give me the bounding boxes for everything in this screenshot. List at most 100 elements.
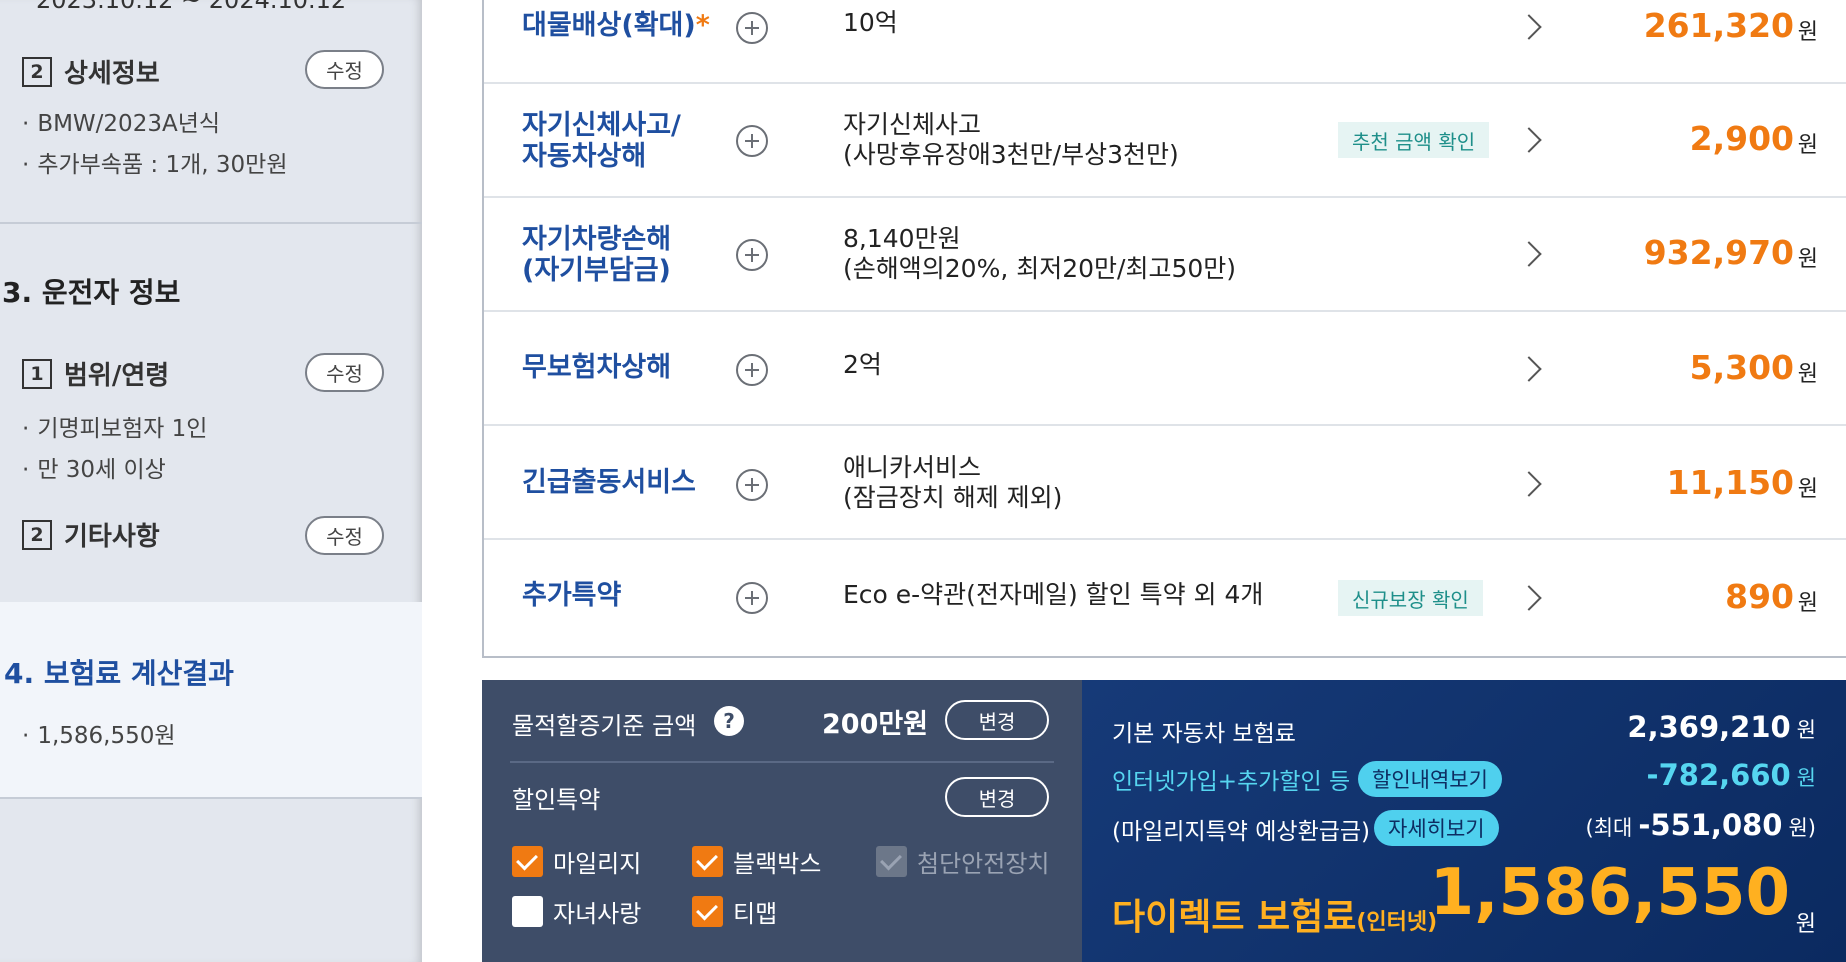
checkbox-unchecked-icon[interactable] — [512, 896, 543, 927]
result-section-title[interactable]: 4. 보험료 계산결과 — [4, 652, 234, 692]
step-number-box: 2 — [22, 519, 52, 550]
currency-unit: 원 — [1797, 362, 1818, 387]
checkbox-label: 첨단안전장치 — [917, 850, 1050, 878]
discount-label: 인터넷가입+추가할인 등 — [1112, 769, 1351, 795]
result-section-highlight — [0, 602, 422, 797]
coverage-row[interactable]: 긴급출동서비스 애니카서비스 (잠금장치 해제 제외) 11,150 원 — [484, 426, 1846, 540]
coverage-label: 추가특약 — [522, 580, 622, 611]
coverage-description: 2억 — [843, 350, 882, 379]
coverage-row[interactable]: 무보험차상해 2억 5,300 원 — [484, 312, 1846, 426]
driver-info-section-title[interactable]: 3. 운전자 정보 — [2, 271, 180, 311]
view-detail-button[interactable]: 자세히보기 — [1374, 810, 1499, 846]
detail-info-header: 2 상세정보 — [22, 53, 160, 90]
chevron-right-icon[interactable] — [1516, 241, 1542, 267]
edit-scope-button[interactable]: 수정 — [305, 353, 384, 392]
question-icon[interactable]: ? — [714, 706, 744, 736]
plus-circle-icon[interactable] — [736, 239, 768, 271]
refund-label: (마일리지특약 예상환급금) — [1112, 819, 1371, 845]
etc-header: 2 기타사항 — [22, 516, 160, 553]
base-premium-value: 2,369,210 원 — [1627, 710, 1816, 744]
checkbox-child-love[interactable]: 자녀사랑 — [512, 894, 641, 929]
currency-unit: 원 — [1797, 247, 1818, 272]
discount-options-label: 할인특약 — [512, 786, 601, 814]
new-coverage-tag[interactable]: 신규보장 확인 — [1338, 580, 1483, 616]
threshold-label: 물적할증기준 금액 — [512, 712, 697, 740]
sidebar: 2023.10.12 ~ 2024.10.12 2 상세정보 수정 BMW/20… — [0, 0, 422, 962]
chevron-right-icon[interactable] — [1516, 585, 1542, 611]
required-star: * — [695, 10, 710, 41]
detail-item-car: BMW/2023A년식 — [22, 104, 220, 138]
scope-item-age: 만 30세 이상 — [22, 450, 166, 484]
insurance-period: 2023.10.12 ~ 2024.10.12 — [36, 0, 347, 14]
step-number-box: 1 — [22, 358, 52, 389]
coverage-row[interactable]: 대물배상(확대)* 10억 261,320 원 — [484, 0, 1846, 84]
discount-value: -782,660 원 — [1646, 758, 1816, 792]
checkbox-disabled-icon — [876, 846, 907, 877]
currency-unit: 원 — [1797, 133, 1818, 158]
coverage-amount: 2,900 — [1689, 119, 1794, 158]
coverage-description: Eco e-약관(전자메일) 할인 특약 외 4개 — [843, 580, 1264, 609]
coverage-amount: 261,320 — [1643, 6, 1794, 45]
coverage-description: 8,140만원 (손해액의20%, 최저20만/최고50만) — [843, 224, 1237, 283]
chevron-right-icon[interactable] — [1516, 14, 1542, 40]
refund-value: (최대 -551,080 원) — [1585, 808, 1816, 842]
detail-info-title: 상세정보 — [64, 59, 160, 89]
coverage-row[interactable]: 자기차량손해 (자기부담금) 8,140만원 (손해액의20%, 최저20만/최… — [484, 198, 1846, 312]
direct-premium-value: 1,586,550 — [1429, 856, 1790, 930]
chevron-right-icon[interactable] — [1516, 127, 1542, 153]
chevron-right-icon[interactable] — [1516, 471, 1542, 497]
edit-detail-button[interactable]: 수정 — [305, 50, 384, 89]
scope-age-header: 1 범위/연령 — [22, 355, 169, 392]
checkbox-label: 마일리지 — [553, 850, 642, 878]
checkbox-checked-icon[interactable] — [692, 846, 723, 877]
currency-unit: 원 — [1797, 20, 1818, 45]
currency-unit: 원 — [1797, 591, 1818, 616]
recommend-amount-tag[interactable]: 추천 금액 확인 — [1338, 122, 1490, 158]
result-item-total: 1,586,550원 — [22, 716, 175, 750]
premium-summary-panel: 기본 자동차 보험료 2,369,210 원 인터넷가입+추가할인 등 할인내역보… — [1082, 680, 1846, 962]
coverage-table: 대물배상(확대)* 10억 261,320 원 자기신체사고/ 자동차상해 자기… — [482, 0, 1846, 658]
currency-unit: 원 — [1795, 912, 1816, 937]
coverage-amount: 932,970 — [1643, 233, 1794, 272]
plus-circle-icon[interactable] — [736, 469, 768, 501]
checkbox-label: 자녀사랑 — [553, 900, 642, 928]
checkbox-checked-icon[interactable] — [512, 846, 543, 877]
coverage-label: 자기차량손해 (자기부담금) — [522, 224, 672, 286]
coverage-description: 애니카서비스 (잠금장치 해제 제외) — [843, 453, 1063, 512]
panel-divider — [510, 761, 1054, 763]
checkbox-tmap[interactable]: 티맵 — [692, 894, 777, 929]
coverage-row[interactable]: 자기신체사고/ 자동차상해 자기신체사고 (사망후유장애3천만/부상3천만) 추… — [484, 84, 1846, 198]
checkbox-blackbox[interactable]: 블랙박스 — [692, 844, 821, 879]
plus-circle-icon[interactable] — [736, 12, 768, 44]
coverage-label: 대물배상(확대)* — [522, 10, 710, 41]
checkbox-label: 티맵 — [733, 900, 778, 928]
view-discount-button[interactable]: 할인내역보기 — [1358, 761, 1502, 797]
checkbox-mileage[interactable]: 마일리지 — [512, 844, 641, 879]
change-threshold-button[interactable]: 변경 — [945, 700, 1049, 740]
chevron-right-icon[interactable] — [1516, 356, 1542, 382]
currency-unit: 원 — [1797, 477, 1818, 502]
step-number-box: 2 — [22, 56, 52, 87]
detail-item-parts: 추가부속품 : 1개, 30만원 — [22, 145, 287, 179]
sidebar-divider — [0, 797, 422, 799]
edit-etc-button[interactable]: 수정 — [305, 516, 384, 555]
checkbox-label: 블랙박스 — [733, 850, 822, 878]
checkbox-checked-icon[interactable] — [692, 896, 723, 927]
coverage-label: 무보험차상해 — [522, 352, 672, 383]
change-discount-button[interactable]: 변경 — [945, 777, 1049, 817]
options-panel: 물적할증기준 금액 ? 200만원 변경 할인특약 변경 마일리지 블랙박스 첨… — [482, 680, 1082, 962]
threshold-value: 200만원 — [822, 709, 929, 740]
scope-item-insured: 기명피보험자 1인 — [22, 409, 207, 443]
coverage-amount: 890 — [1725, 577, 1794, 616]
coverage-label: 긴급출동서비스 — [522, 467, 696, 498]
coverage-amount: 11,150 — [1666, 463, 1794, 502]
etc-title: 기타사항 — [64, 522, 160, 552]
scope-age-title: 범위/연령 — [64, 361, 170, 391]
coverage-row[interactable]: 추가특약 Eco e-약관(전자메일) 할인 특약 외 4개 신규보장 확인 8… — [484, 540, 1846, 654]
base-premium-label: 기본 자동차 보험료 — [1112, 721, 1296, 747]
coverage-description: 10억 — [843, 8, 898, 37]
plus-circle-icon[interactable] — [736, 582, 768, 614]
plus-circle-icon[interactable] — [736, 125, 768, 157]
plus-circle-icon[interactable] — [736, 354, 768, 386]
direct-premium-label: 다이렉트 보험료(인터넷) — [1112, 897, 1438, 938]
